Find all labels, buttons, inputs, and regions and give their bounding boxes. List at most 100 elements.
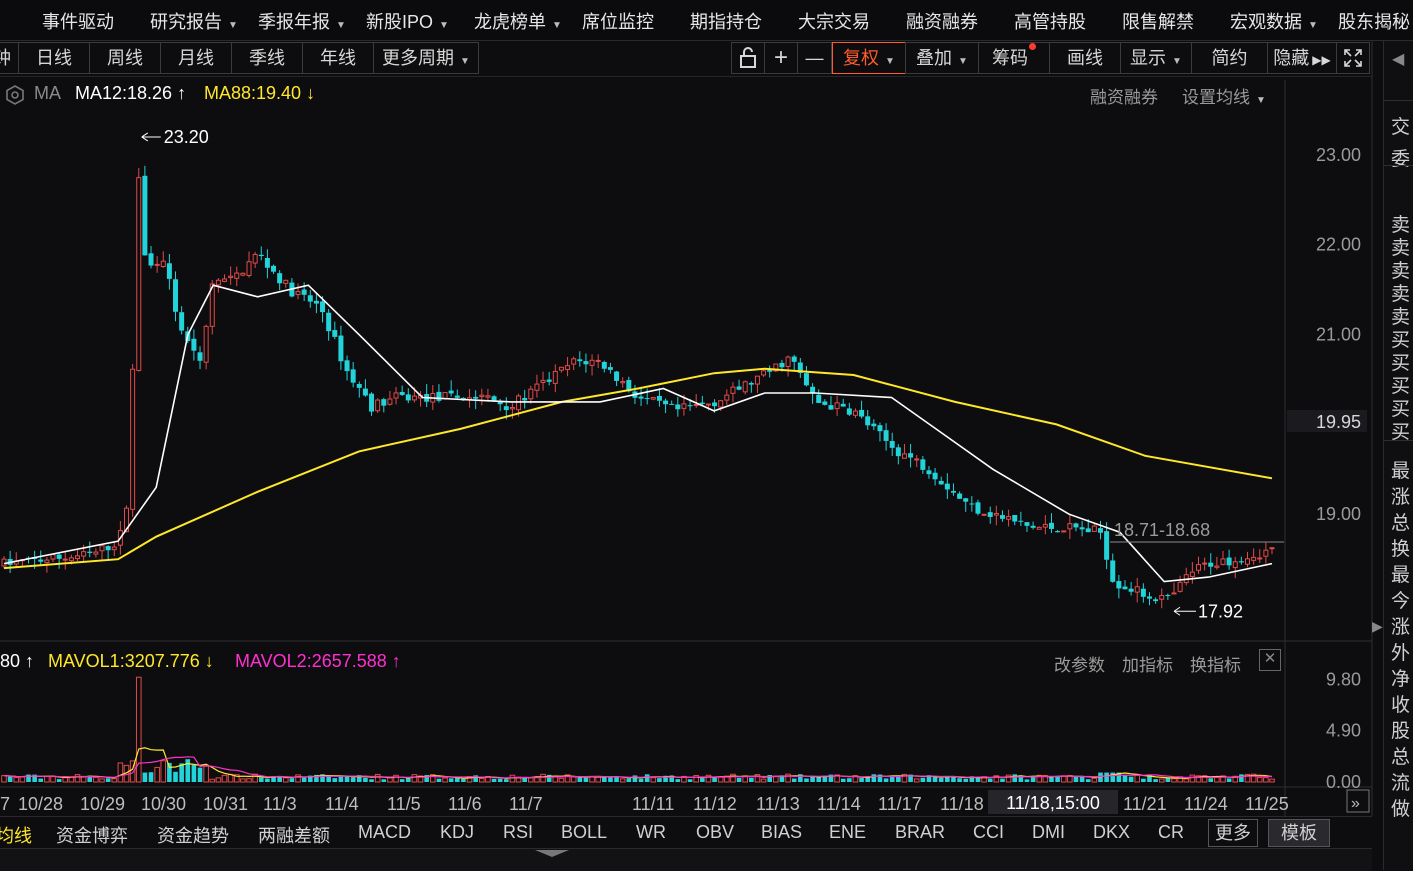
candle-body: [748, 382, 754, 385]
candlestick: [393, 387, 399, 405]
panel-divider: [1384, 440, 1413, 441]
expand-right-icon[interactable]: ▶: [1372, 618, 1383, 648]
volume-bar: [1263, 777, 1269, 783]
indicator-tab-10[interactable]: BIAS: [761, 822, 802, 843]
candle-body: [816, 394, 822, 403]
candle-body: [473, 396, 479, 399]
candle-body: [1134, 586, 1140, 593]
candle-body: [1220, 558, 1226, 565]
indicator-tab-15[interactable]: DKX: [1093, 822, 1130, 843]
indicator-tab-14[interactable]: DMI: [1032, 822, 1065, 843]
candlestick: [828, 396, 834, 410]
volume-bar: [840, 778, 846, 782]
kline-chart[interactable]: 23.2017.9218.71-18.68 23.0022.0021.0020.…: [0, 0, 1383, 816]
add-indicator-link[interactable]: 加指标: [1122, 651, 1173, 676]
candlestick: [883, 423, 889, 451]
candlestick: [1244, 551, 1250, 568]
indicator-tab-4[interactable]: MACD: [358, 822, 411, 843]
volume-bar: [957, 778, 962, 782]
indicator-tab-6[interactable]: RSI: [503, 822, 533, 843]
date-label: 10/29: [80, 794, 125, 814]
candle-body: [509, 407, 515, 410]
candlestick: [522, 389, 528, 409]
date-label: 11/14: [817, 794, 861, 814]
volume-bar: [258, 777, 264, 782]
volume-bar: [160, 760, 167, 783]
volume-bar: [265, 778, 270, 782]
indicator-tab-12[interactable]: BRAR: [895, 822, 945, 843]
volume-bar: [1158, 778, 1165, 783]
volume-bar: [847, 778, 852, 782]
candlestick: [797, 357, 803, 378]
volume-bar: [105, 778, 111, 782]
candle-body: [540, 379, 546, 383]
candlestick: [693, 394, 699, 408]
volume-tick-label: 4.90: [1326, 721, 1361, 741]
collapse-handle-icon[interactable]: [535, 850, 569, 858]
candlestick: [1208, 553, 1214, 575]
candlestick: [277, 270, 283, 291]
volume-bar: [1000, 778, 1005, 782]
candlestick: [197, 346, 203, 370]
indicator-tab-3[interactable]: 两融差额: [258, 822, 330, 848]
indicator-tab-8[interactable]: WR: [636, 822, 666, 843]
indicator-tab-7[interactable]: BOLL: [561, 822, 607, 843]
candle-body: [295, 291, 301, 296]
candle-body: [1018, 520, 1024, 522]
date-label: 11/7: [509, 794, 543, 814]
volume-bar: [56, 779, 62, 782]
volume-bar: [454, 777, 460, 782]
volume-bar: [503, 779, 509, 782]
switch-indicator-link[interactable]: 换指标: [1190, 651, 1241, 676]
indicator-tab-13[interactable]: CCI: [973, 822, 1004, 843]
candlestick: [767, 365, 773, 378]
volume-bar: [913, 778, 920, 783]
right-panel-label: 总: [1391, 747, 1411, 768]
volume-bar: [203, 765, 209, 783]
volume-bar: [93, 776, 99, 783]
candlestick: [228, 266, 234, 285]
candle-body: [730, 386, 736, 394]
indicator-tab-1[interactable]: 资金博弈: [56, 822, 128, 848]
candle-body: [1036, 526, 1042, 530]
candle-body: [583, 361, 589, 365]
volume-bar: [142, 772, 148, 782]
indicator-tab-9[interactable]: OBV: [696, 822, 734, 843]
candlestick: [332, 321, 338, 340]
candle-body: [1195, 564, 1201, 571]
volume-bar: [1049, 777, 1054, 782]
candlestick: [307, 289, 313, 308]
candlestick: [1067, 514, 1073, 540]
volume-bar: [896, 776, 901, 782]
collapse-left-icon[interactable]: ◀: [1392, 49, 1404, 69]
volume-bar: [712, 777, 717, 782]
candlestick: [93, 548, 99, 558]
candle-body: [901, 453, 907, 459]
volume-bar: [246, 778, 252, 783]
close-icon[interactable]: ✕: [1259, 649, 1281, 671]
indicator-tab-18[interactable]: 模板: [1268, 819, 1330, 847]
date-label: 10/30: [141, 794, 186, 814]
candlestick: [803, 366, 809, 387]
candle-body: [264, 257, 270, 268]
volume-bar: [111, 778, 118, 783]
volume-bar: [405, 778, 411, 782]
candle-body: [234, 272, 240, 279]
candle-body: [258, 254, 264, 257]
indicator-tab-16[interactable]: CR: [1158, 822, 1184, 843]
candlestick: [105, 545, 111, 561]
indicator-tab-0[interactable]: 均线: [0, 822, 32, 848]
indicator-tab-2[interactable]: 资金趋势: [157, 822, 229, 848]
volume-bar: [332, 778, 338, 782]
candlestick: [975, 499, 981, 516]
candle-body: [215, 279, 221, 286]
candlestick: [914, 455, 920, 468]
change-params-link[interactable]: 改参数: [1054, 651, 1105, 676]
candlestick: [1122, 580, 1128, 590]
candle-body: [166, 263, 172, 279]
candlestick: [1104, 522, 1110, 570]
indicator-tab-17[interactable]: 更多: [1208, 819, 1258, 847]
indicator-tab-11[interactable]: ENE: [829, 822, 866, 843]
indicator-tab-5[interactable]: KDJ: [440, 822, 474, 843]
candlestick: [730, 382, 736, 403]
